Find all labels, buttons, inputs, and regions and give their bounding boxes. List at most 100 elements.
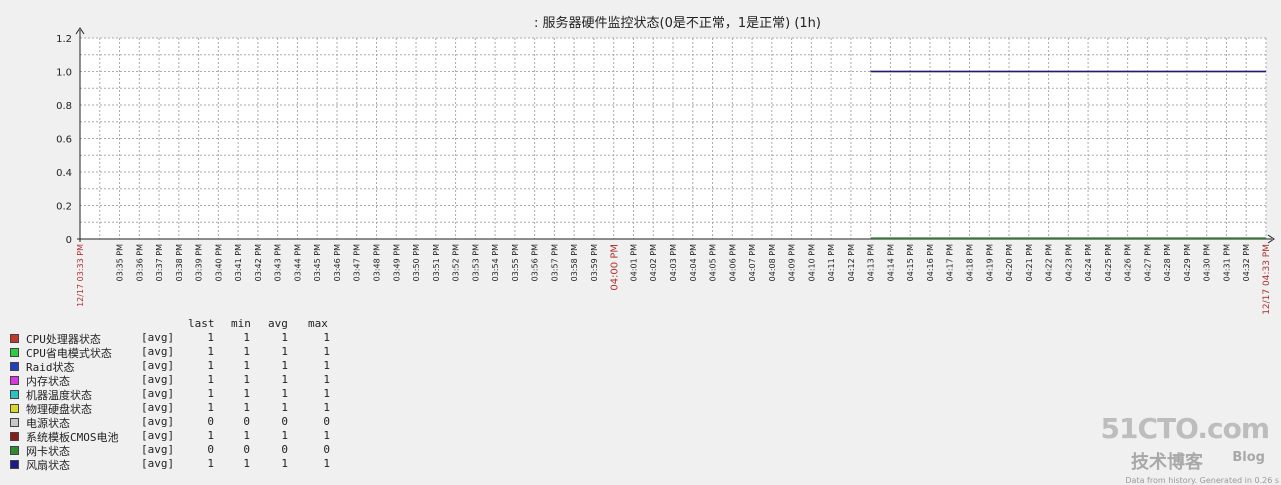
x-tick-label: 04:27 PM: [1143, 244, 1152, 281]
legend-item-function: [avg]: [141, 401, 175, 414]
legend-row: 机器温度状态 [avg] 1 1 1 1: [10, 387, 350, 402]
legend-item-avg: 0: [281, 415, 288, 428]
chart-canvas: 0 0.2 0.4 0.6 0.8 1.0 1.2 12/17 03:33 PM 03:35 P…: [56, 27, 1275, 315]
x-tick-label: 03:41 PM: [234, 244, 243, 281]
legend-swatch: [10, 446, 19, 455]
x-tick-label: 04:23 PM: [1064, 244, 1073, 281]
y-tick-label: 0.2: [56, 202, 72, 213]
x-tick-label: 03:44 PM: [293, 244, 302, 281]
legend-item-min: 1: [243, 457, 250, 470]
x-end-label: 12/17 04:33 PM: [1262, 244, 1272, 315]
legend-item-min: 1: [243, 359, 250, 372]
x-tick-label: 04:04 PM: [689, 244, 698, 281]
x-tick-label: 04:15 PM: [906, 244, 915, 281]
x-tick-label: 03:40 PM: [214, 244, 223, 281]
legend-item-last: 1: [207, 359, 214, 372]
x-tick-label: 03:49 PM: [392, 244, 401, 281]
watermark-subtitle: 技术博客: [1131, 452, 1203, 473]
legend-item-max: 0: [323, 415, 330, 428]
y-tick-label: 0.4: [56, 168, 72, 179]
legend-row: CPU省电模式状态 [avg] 1 1 1 1: [10, 345, 350, 360]
legend-row: 内存状态 [avg] 1 1 1 1: [10, 373, 350, 388]
legend-item-last: 1: [207, 345, 214, 358]
x-tick-label: 04:06 PM: [728, 244, 737, 281]
x-tick-label: 04:25 PM: [1104, 244, 1113, 281]
legend-swatch: [10, 334, 19, 343]
legend-item-avg: 1: [281, 429, 288, 442]
x-tick-label: 03:46 PM: [333, 244, 342, 281]
legend-item-function: [avg]: [141, 457, 175, 470]
x-tick-label: 04:28 PM: [1163, 244, 1172, 281]
x-tick-label: 04:17 PM: [946, 244, 955, 281]
x-tick-label: 03:47 PM: [353, 244, 362, 281]
x-tick-label: 03:52 PM: [452, 244, 461, 281]
legend-item-function: [avg]: [141, 429, 175, 442]
legend-row: 电源状态 [avg] 0 0 0 0: [10, 415, 350, 430]
x-tick-label: 04:08 PM: [768, 244, 777, 281]
x-tick-label: 03:55 PM: [511, 244, 520, 281]
legend-item-min: 1: [243, 373, 250, 386]
x-tick-label: 04:09 PM: [788, 244, 797, 281]
legend-swatch: [10, 460, 19, 469]
legend-item-min: 1: [243, 331, 250, 344]
legend-item-last: 0: [207, 443, 214, 456]
legend-item-max: 1: [323, 373, 330, 386]
legend-item-min: 1: [243, 429, 250, 442]
legend-row: Raid状态 [avg] 1 1 1 1: [10, 359, 350, 374]
x-tick-label: 04:26 PM: [1124, 244, 1133, 281]
x-tick-label: 04:01 PM: [629, 244, 638, 281]
legend-row: 风扇状态 [avg] 1 1 1 1: [10, 457, 350, 472]
legend-header-min: min: [231, 317, 251, 330]
x-tick-label: 03:36 PM: [135, 244, 144, 281]
legend-item-avg: 1: [281, 345, 288, 358]
x-tick-label: 04:20 PM: [1005, 244, 1014, 281]
legend-row: CPU处理器状态 [avg] 1 1 1 1: [10, 331, 350, 346]
x-tick-label: 03:42 PM: [254, 244, 263, 281]
legend-item-min: 1: [243, 345, 250, 358]
x-tick-label: 03:50 PM: [412, 244, 421, 281]
legend-swatch: [10, 376, 19, 385]
watermark-blog: Blog: [1232, 450, 1265, 465]
y-tick-label: 0: [66, 235, 72, 246]
x-tick-label: 04:18 PM: [966, 244, 975, 281]
legend-row: 物理硬盘状态 [avg] 1 1 1 1: [10, 401, 350, 416]
legend-item-max: 0: [323, 443, 330, 456]
legend-header-last: last: [188, 317, 215, 330]
legend-item-avg: 1: [281, 457, 288, 470]
legend-item-max: 1: [323, 345, 330, 358]
x-tick-label: 04:31 PM: [1222, 244, 1231, 281]
legend-item-avg: 1: [281, 373, 288, 386]
legend-item-max: 1: [323, 429, 330, 442]
x-tick-label: 03:58 PM: [570, 244, 579, 281]
legend-swatch: [10, 390, 19, 399]
legend-item-avg: 1: [281, 331, 288, 344]
x-tick-label: 03:35 PM: [116, 244, 125, 281]
legend-item-function: [avg]: [141, 373, 175, 386]
legend-swatch: [10, 432, 19, 441]
legend-item-last: 1: [207, 429, 214, 442]
legend-item-min: 0: [243, 443, 250, 456]
x-tick-label: 03:38 PM: [175, 244, 184, 281]
x-tick-label: 03:59 PM: [590, 244, 599, 281]
legend-item-min: 1: [243, 401, 250, 414]
legend-swatch: [10, 418, 19, 427]
x-tick-label: 03:54 PM: [491, 244, 500, 281]
legend-item-avg: 0: [281, 443, 288, 456]
x-tick-label: 03:45 PM: [313, 244, 322, 281]
x-tick-label: 04:32 PM: [1242, 244, 1251, 281]
legend-item-function: [avg]: [141, 387, 175, 400]
legend-item-last: 1: [207, 401, 214, 414]
legend-item-max: 1: [323, 457, 330, 470]
x-tick-label: 03:53 PM: [471, 244, 480, 281]
x-mid-label: 04:00 PM: [610, 244, 621, 291]
x-tick-label: 04:03 PM: [669, 244, 678, 281]
legend-header-avg: avg: [268, 317, 288, 330]
legend-item-last: 1: [207, 457, 214, 470]
legend-swatch: [10, 404, 19, 413]
generated-footer: Data from history. Generated in 0.26 s: [1125, 476, 1279, 485]
x-tick-label: 04:12 PM: [847, 244, 856, 281]
x-tick-label: 04:13 PM: [867, 244, 876, 281]
x-tick-label: 03:51 PM: [432, 244, 441, 281]
legend-item-last: 1: [207, 373, 214, 386]
legend-item-function: [avg]: [141, 345, 175, 358]
